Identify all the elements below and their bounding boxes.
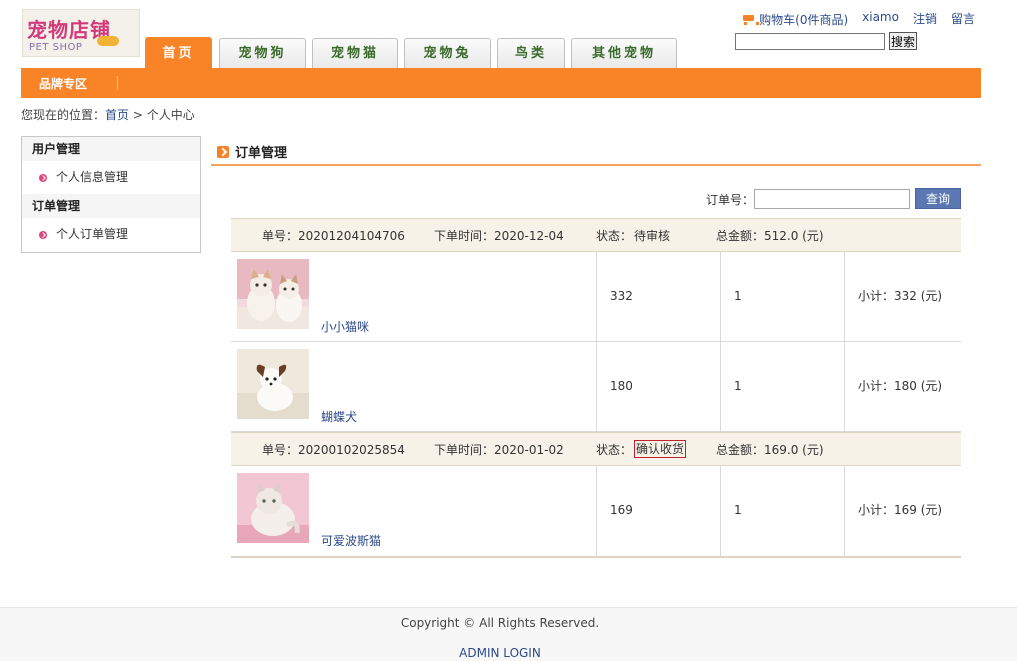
title-divider — [211, 164, 981, 166]
query-button[interactable]: 查询 — [915, 188, 961, 209]
logo-bow-graphic — [97, 36, 119, 46]
arrow-bullet-icon — [39, 231, 47, 239]
product-subtotal: 小计：180 (元) — [845, 342, 961, 431]
product-quantity: 1 — [721, 342, 845, 431]
top-user-bar: 购物车(0件商品) xiamo 注销 留言 — [741, 10, 975, 28]
sidebar: 用户管理 个人信息管理 订单管理 个人订单管理 — [21, 136, 201, 253]
sidebar-section-user-management: 用户管理 — [22, 137, 200, 161]
product-cell: 可爱波斯猫 — [231, 466, 597, 556]
breadcrumb: 您现在的位置：首页 > 个人中心 — [21, 106, 195, 123]
product-name-link[interactable]: 可爱波斯猫 — [321, 532, 381, 549]
order-total: 总金额：512.0 (元) — [716, 227, 824, 244]
logout-link[interactable]: 注销 — [913, 10, 937, 28]
product-image-papillon[interactable] — [237, 349, 309, 419]
nav-tab-dogs[interactable]: 宠物狗 — [219, 38, 306, 68]
order-total: 总金额：169.0 (元) — [716, 441, 824, 458]
cart-label: 购物车(0件商品) — [759, 11, 848, 28]
title-arrow-icon — [217, 146, 229, 158]
product-cell: 小小猫咪 — [231, 252, 597, 341]
order-status-value: 待审核 — [634, 227, 670, 244]
order-status-prefix: 状态： — [596, 441, 632, 458]
order-number-input[interactable] — [754, 189, 910, 209]
product-quantity: 1 — [721, 252, 845, 341]
product-cell: 蝴蝶犬 — [231, 342, 597, 431]
site-logo[interactable]: 宠物店铺 PET SHOP — [22, 9, 140, 57]
product-price: 332 — [597, 252, 721, 341]
search-button[interactable]: 搜索 — [889, 32, 917, 50]
order-status: 状态： 确认收货 — [596, 440, 716, 458]
footer: Copyright © All Rights Reserved. ADMIN L… — [0, 607, 1017, 661]
order-item-row: 小小猫咪 332 1 小计：332 (元) — [231, 252, 961, 342]
orders-table: 单号：20201204104706 下单时间：2020-12-04 状态： 待审… — [231, 218, 961, 558]
cart-link[interactable]: 购物车(0件商品) — [741, 10, 848, 28]
copyright-text: Copyright © All Rights Reserved. — [0, 616, 1000, 630]
product-subtotal: 小计：169 (元) — [845, 466, 961, 556]
breadcrumb-home[interactable]: 首页 — [105, 108, 129, 122]
order-number-label: 订单号： — [706, 191, 754, 208]
order-header: 单号：20201204104706 下单时间：2020-12-04 状态： 待审… — [231, 218, 961, 252]
product-name-link[interactable]: 小小猫咪 — [321, 318, 369, 335]
sidebar-item-label: 个人信息管理 — [56, 161, 128, 194]
table-bottom-border — [231, 556, 961, 558]
sidebar-item-orders[interactable]: 个人订单管理 — [22, 218, 200, 251]
nav-tab-home[interactable]: 首页 — [145, 37, 212, 68]
logo-subtext: PET SHOP — [29, 42, 82, 53]
product-subtotal: 小计：332 (元) — [845, 252, 961, 341]
order-status-prefix: 状态： — [596, 227, 632, 244]
product-image-persian-cat[interactable] — [237, 473, 309, 543]
brand-divider — [117, 76, 118, 90]
nav-tab-other-pets[interactable]: 其他宠物 — [571, 38, 677, 68]
order-item-row: 蝴蝶犬 180 1 小计：180 (元) — [231, 342, 961, 432]
breadcrumb-separator: > — [129, 108, 147, 122]
product-price: 169 — [597, 466, 721, 556]
user-link[interactable]: xiamo — [862, 10, 899, 28]
product-name-link[interactable]: 蝴蝶犬 — [321, 408, 357, 425]
message-link[interactable]: 留言 — [951, 10, 975, 28]
admin-login-link[interactable]: ADMIN LOGIN — [0, 646, 1000, 660]
order-status: 状态： 待审核 — [596, 227, 716, 244]
nav-tab-birds[interactable]: 鸟类 — [497, 38, 565, 68]
order-number: 单号：20201204104706 — [262, 227, 434, 244]
order-header: 单号：20200102025854 下单时间：2020-01-02 状态： 确认… — [231, 432, 961, 466]
order-time: 下单时间：2020-12-04 — [434, 227, 596, 244]
breadcrumb-current: 个人中心 — [147, 108, 195, 122]
page-title-text: 订单管理 — [235, 142, 287, 161]
sidebar-section-order-management: 订单管理 — [22, 194, 200, 218]
brand-zone-link[interactable]: 品牌专区 — [39, 75, 87, 92]
page-title: 订单管理 — [217, 142, 287, 161]
order-time: 下单时间：2020-01-02 — [434, 441, 596, 458]
brand-nav-bar: 品牌专区 — [21, 68, 981, 98]
product-quantity: 1 — [721, 466, 845, 556]
order-number: 单号：20200102025854 — [262, 441, 434, 458]
breadcrumb-prefix: 您现在的位置： — [21, 108, 105, 122]
cart-icon — [741, 14, 756, 25]
search-input[interactable] — [735, 33, 885, 50]
sidebar-item-profile[interactable]: 个人信息管理 — [22, 161, 200, 194]
nav-tab-rabbits[interactable]: 宠物兔 — [404, 38, 491, 68]
sidebar-item-label: 个人订单管理 — [56, 218, 128, 251]
confirm-receipt-status[interactable]: 确认收货 — [634, 440, 686, 458]
product-price: 180 — [597, 342, 721, 431]
arrow-bullet-icon — [39, 174, 47, 182]
nav-tab-cats[interactable]: 宠物猫 — [312, 38, 398, 68]
product-image-kittens[interactable] — [237, 259, 309, 329]
order-item-row: 可爱波斯猫 169 1 小计：169 (元) — [231, 466, 961, 556]
